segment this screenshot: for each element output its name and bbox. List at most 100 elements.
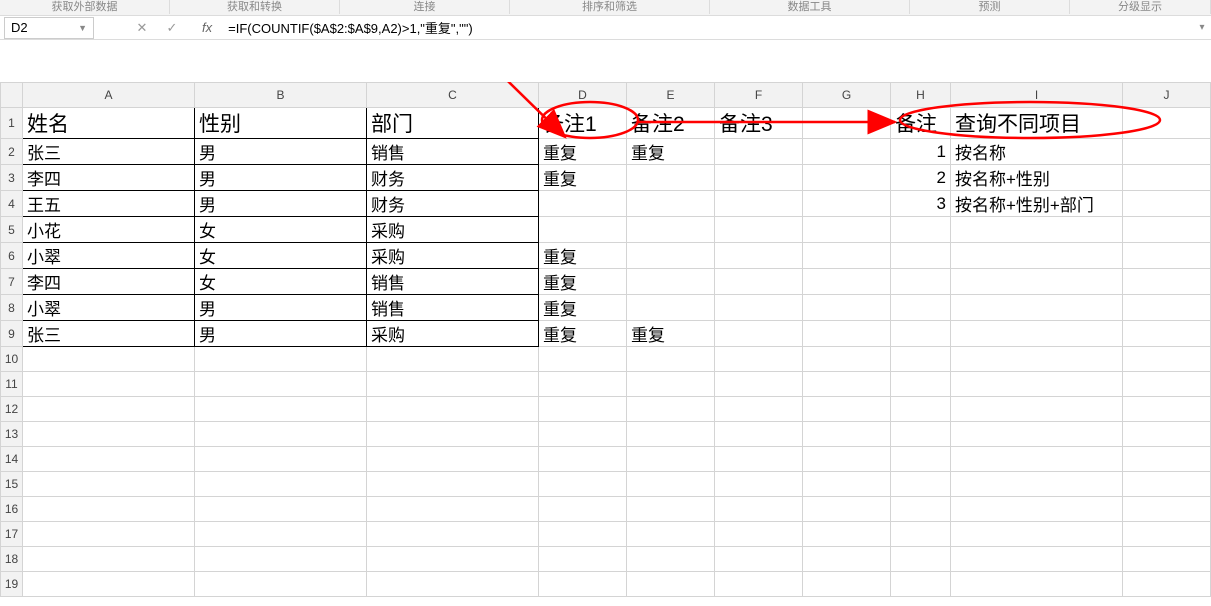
cell[interactable] [195,447,367,472]
row-header[interactable]: 5 [1,217,23,243]
cell[interactable] [951,472,1123,497]
cell[interactable] [367,497,539,522]
row-header[interactable]: 8 [1,295,23,321]
cell[interactable] [951,547,1123,572]
row-header[interactable]: 2 [1,139,23,165]
cell[interactable]: 销售 [367,269,539,295]
row-header[interactable]: 11 [1,372,23,397]
cell[interactable] [539,547,627,572]
cell[interactable] [1123,397,1211,422]
cell[interactable] [23,422,195,447]
col-header-J[interactable]: J [1123,83,1211,108]
col-header-I[interactable]: I [951,83,1123,108]
cell[interactable]: 性别 [195,108,367,139]
cell[interactable] [23,497,195,522]
cell[interactable]: 查询不同项目 [951,108,1123,139]
cell[interactable] [951,572,1123,597]
cell[interactable]: 采购 [367,217,539,243]
row-header[interactable]: 17 [1,522,23,547]
cell[interactable] [803,295,891,321]
cell[interactable] [539,347,627,372]
cell[interactable] [627,522,715,547]
cell[interactable] [195,572,367,597]
cell[interactable]: 重复 [627,321,715,347]
cell[interactable] [891,243,951,269]
cell[interactable]: 财务 [367,191,539,217]
confirm-formula-button[interactable]: ✓ [164,20,180,36]
cell[interactable] [195,522,367,547]
cell[interactable] [951,522,1123,547]
cell[interactable] [891,497,951,522]
cell[interactable]: 备注3 [715,108,803,139]
cell[interactable] [1123,547,1211,572]
cell[interactable] [367,422,539,447]
cell[interactable]: 备注 [891,108,951,139]
cell[interactable] [715,522,803,547]
chevron-down-icon[interactable]: ▼ [78,23,87,33]
cell[interactable] [539,447,627,472]
cell[interactable] [803,269,891,295]
cell[interactable] [715,397,803,422]
cell[interactable] [627,422,715,447]
cell[interactable] [1123,295,1211,321]
cell[interactable] [539,372,627,397]
cell[interactable] [891,347,951,372]
cell[interactable] [803,191,891,217]
cell[interactable] [539,497,627,522]
cell[interactable] [367,472,539,497]
row-header[interactable]: 16 [1,497,23,522]
cell[interactable] [627,372,715,397]
cell[interactable] [715,472,803,497]
cell[interactable] [803,547,891,572]
cell[interactable] [627,165,715,191]
cell[interactable] [715,497,803,522]
cell[interactable] [803,165,891,191]
cell[interactable] [1123,217,1211,243]
cell[interactable]: 1 [891,139,951,165]
cell[interactable]: 张三 [23,139,195,165]
cell[interactable] [715,217,803,243]
cell[interactable]: 重复 [539,321,627,347]
cell[interactable] [803,447,891,472]
col-header-B[interactable]: B [195,83,367,108]
cell[interactable] [627,217,715,243]
cell[interactable] [803,217,891,243]
cell[interactable]: 重复 [539,269,627,295]
cell[interactable] [1123,447,1211,472]
cell[interactable] [891,269,951,295]
cell[interactable] [803,572,891,597]
cell[interactable] [715,269,803,295]
cell[interactable] [627,243,715,269]
cell[interactable] [803,321,891,347]
cell[interactable]: 重复 [539,295,627,321]
row-header[interactable]: 18 [1,547,23,572]
row-header[interactable]: 15 [1,472,23,497]
cell[interactable] [23,547,195,572]
cell[interactable] [195,372,367,397]
col-header-F[interactable]: F [715,83,803,108]
cell[interactable] [23,522,195,547]
cell[interactable]: 张三 [23,321,195,347]
cell[interactable] [1123,191,1211,217]
cell[interactable]: 按名称+性别 [951,165,1123,191]
cell[interactable]: 男 [195,191,367,217]
cell[interactable] [23,397,195,422]
row-header[interactable]: 14 [1,447,23,472]
cell[interactable] [367,347,539,372]
cell[interactable] [627,295,715,321]
cell[interactable] [539,397,627,422]
name-box[interactable]: D2 ▼ [4,17,94,39]
cell[interactable] [627,472,715,497]
cell[interactable] [715,572,803,597]
cell[interactable] [539,422,627,447]
row-header[interactable]: 1 [1,108,23,139]
cell[interactable]: 女 [195,217,367,243]
cell[interactable]: 小花 [23,217,195,243]
cell[interactable] [891,422,951,447]
row-header[interactable]: 10 [1,347,23,372]
cell[interactable]: 王五 [23,191,195,217]
cell[interactable] [195,422,367,447]
cell[interactable] [627,547,715,572]
formula-input[interactable] [226,18,1193,38]
cell[interactable]: 重复 [539,243,627,269]
